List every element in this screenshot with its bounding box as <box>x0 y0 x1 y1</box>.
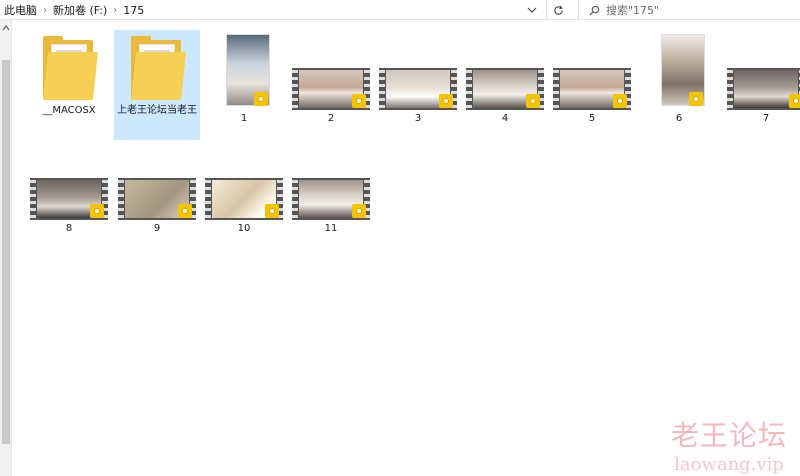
file-name: 9 <box>153 223 161 234</box>
file-name: 7 <box>762 113 770 124</box>
video-thumbnail <box>292 68 370 110</box>
folder-icon <box>131 34 187 102</box>
file-name: 4 <box>501 113 509 124</box>
breadcrumb-this-pc[interactable]: 此电脑 <box>4 2 37 18</box>
chevron-right-icon[interactable]: › <box>113 5 117 16</box>
file-item-video-8[interactable]: 8 <box>26 178 112 240</box>
scrollbar-thumb[interactable] <box>2 60 10 444</box>
search-icon <box>589 5 600 16</box>
video-thumbnail <box>727 68 800 110</box>
address-dropdown-button[interactable] <box>521 0 543 20</box>
file-name: 8 <box>65 223 73 234</box>
file-name: 上老王论坛当老王 <box>117 105 197 116</box>
file-name: 11 <box>324 223 338 234</box>
player-badge-icon <box>526 94 540 108</box>
video-thumbnail <box>553 68 631 110</box>
navigation-pane-scrollbar[interactable] <box>0 20 12 476</box>
video-thumbnail <box>641 34 717 110</box>
file-name: 10 <box>237 223 251 234</box>
file-grid: __MACOSX 上老王论坛当老王 1 2 3 4 5 6 7 8 9 10 1… <box>12 20 800 476</box>
video-thumbnail <box>206 34 282 110</box>
video-thumbnail <box>292 178 370 220</box>
file-item-video-7[interactable]: 7 <box>723 68 800 130</box>
player-badge-icon <box>689 92 703 106</box>
search-placeholder: 搜索"175" <box>606 4 660 17</box>
file-item-video-1[interactable]: 1 <box>201 34 287 130</box>
video-thumbnail <box>30 178 108 220</box>
file-item-video-4[interactable]: 4 <box>462 68 548 130</box>
file-item-video-11[interactable]: 11 <box>288 178 374 240</box>
player-badge-icon <box>352 204 366 218</box>
file-name: __MACOSX <box>42 105 96 116</box>
breadcrumb-drive[interactable]: 新加卷 (F:) <box>53 2 107 18</box>
file-item-macosx[interactable]: __MACOSX <box>26 30 112 130</box>
file-item-video-2[interactable]: 2 <box>288 68 374 130</box>
player-badge-icon <box>439 94 453 108</box>
search-input[interactable]: 搜索"175" <box>578 0 800 20</box>
file-item-video-3[interactable]: 3 <box>375 68 461 130</box>
player-badge-icon <box>90 204 104 218</box>
video-thumbnail <box>118 178 196 220</box>
file-name: 5 <box>588 113 596 124</box>
file-name: 3 <box>414 113 422 124</box>
breadcrumb-folder[interactable]: 175 <box>123 4 144 17</box>
chevron-right-icon[interactable]: › <box>43 5 47 16</box>
folder-icon <box>43 34 99 102</box>
watermark-en: laowang.vip <box>674 454 784 475</box>
video-thumbnail <box>466 68 544 110</box>
player-badge-icon <box>352 94 366 108</box>
file-item-video-6[interactable]: 6 <box>636 34 722 130</box>
file-item-video-9[interactable]: 9 <box>114 178 200 240</box>
video-thumbnail <box>205 178 283 220</box>
watermark-cn: 老王论坛 <box>670 419 787 452</box>
file-name: 2 <box>327 113 335 124</box>
file-item-folder-laowang[interactable]: 上老王论坛当老王 <box>114 30 200 140</box>
file-name: 1 <box>240 113 248 124</box>
refresh-button[interactable] <box>546 0 570 20</box>
player-badge-icon <box>178 204 192 218</box>
player-badge-icon <box>265 204 279 218</box>
player-badge-icon <box>254 92 268 106</box>
refresh-icon <box>554 5 563 15</box>
file-item-video-10[interactable]: 10 <box>201 178 287 240</box>
video-thumbnail <box>379 68 457 110</box>
chevron-down-icon <box>527 7 537 13</box>
player-badge-icon <box>789 94 800 108</box>
watermark: 老王论坛 laowang.vip <box>664 414 794 475</box>
file-item-video-5[interactable]: 5 <box>549 68 635 130</box>
player-badge-icon <box>613 94 627 108</box>
breadcrumb[interactable]: 此电脑 › 新加卷 (F:) › 175 <box>0 0 545 20</box>
scroll-up-icon[interactable] <box>2 24 10 32</box>
address-bar: 此电脑 › 新加卷 (F:) › 175 搜索"175" <box>0 0 800 20</box>
file-name: 6 <box>675 113 683 124</box>
